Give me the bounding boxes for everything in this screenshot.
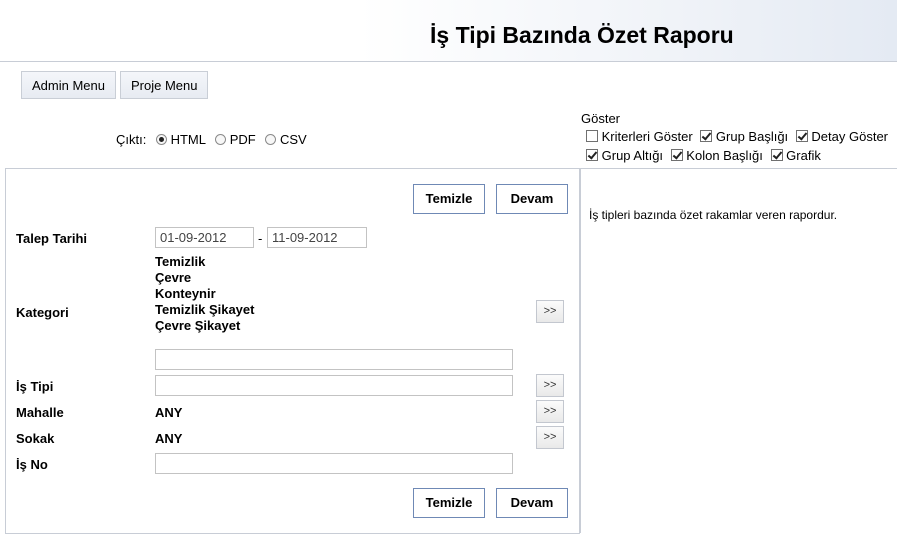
- is-tipi-picker-button[interactable]: >>: [536, 374, 564, 397]
- kategori-item: Çevre Şikayet: [155, 318, 241, 333]
- mahalle-label: Mahalle: [16, 405, 64, 420]
- checkbox-grup-altigi[interactable]: [586, 149, 598, 161]
- admin-menu-button[interactable]: Admin Menu: [21, 71, 116, 99]
- show-kriterleri[interactable]: Kriterleri Göster: [586, 129, 693, 144]
- output-option-csv[interactable]: CSV: [265, 132, 307, 147]
- continue-button-top[interactable]: Devam: [496, 184, 568, 214]
- radio-html[interactable]: [155, 134, 167, 145]
- show-detay-goster[interactable]: Detay Göster: [795, 129, 889, 144]
- checkbox-label: Grup Altığı: [601, 148, 664, 163]
- kategori-item: Konteynir: [155, 286, 216, 301]
- date-separator: -: [258, 231, 263, 246]
- show-grup-basligi[interactable]: Grup Başlığı: [700, 129, 788, 144]
- output-option-pdf[interactable]: PDF: [215, 132, 259, 147]
- proje-menu-button[interactable]: Proje Menu: [120, 71, 209, 99]
- show-grafik[interactable]: Grafik: [770, 148, 821, 163]
- is-tipi-input[interactable]: [155, 375, 513, 396]
- show-options-row-1: Kriterleri Göster Grup Başlığı Detay Gös…: [586, 129, 888, 144]
- mahalle-value: ANY: [155, 405, 183, 420]
- output-option-label: HTML: [170, 132, 206, 147]
- output-option-label: PDF: [229, 132, 256, 147]
- clear-button-bottom[interactable]: Temizle: [413, 488, 485, 518]
- talep-tarihi-from-input[interactable]: 01-09-2012: [155, 227, 254, 248]
- continue-button-bottom[interactable]: Devam: [496, 488, 568, 518]
- checkbox-kolon-basligi[interactable]: [670, 149, 683, 161]
- is-no-input[interactable]: [155, 453, 513, 474]
- checkbox-detay-goster[interactable]: [795, 130, 808, 142]
- sokak-value: ANY: [155, 431, 183, 446]
- output-format-group: Çıktı: HTML PDF CSV: [116, 132, 307, 147]
- page-title: İş Tipi Bazında Özet Raporu: [430, 22, 734, 48]
- is-tipi-label: İş Tipi: [16, 379, 54, 394]
- kategori-list: Temizlik Çevre Konteynir Temizlik Şikaye…: [155, 254, 254, 334]
- mahalle-picker-button[interactable]: >>: [536, 400, 564, 423]
- talep-tarihi-to-input[interactable]: 11-09-2012: [267, 227, 367, 248]
- checkbox-label: Grup Başlığı: [715, 129, 789, 144]
- is-no-label: İş No: [16, 457, 48, 472]
- checkbox-grafik[interactable]: [770, 149, 783, 161]
- kategori-item: Temizlik: [155, 254, 206, 269]
- kategori-item: Temizlik Şikayet: [155, 302, 255, 317]
- clear-button-top[interactable]: Temizle: [413, 184, 485, 214]
- checkbox-label: Grafik: [786, 148, 821, 163]
- checkbox-label: Kolon Başlığı: [686, 148, 763, 163]
- report-description: İş tipleri bazında özet rakamlar veren r…: [589, 208, 838, 222]
- kategori-input[interactable]: [155, 349, 513, 370]
- sokak-label: Sokak: [16, 431, 55, 446]
- show-label: Göster: [581, 111, 621, 126]
- checkbox-label: Kriterleri Göster: [601, 129, 693, 144]
- show-grup-altigi[interactable]: Grup Altığı: [586, 148, 663, 163]
- show-options-row-2: Grup Altığı Kolon Başlığı Grafik: [586, 148, 821, 163]
- report-info-panel: [580, 168, 897, 533]
- checkbox-grup-basligi[interactable]: [700, 130, 713, 142]
- kategori-picker-button[interactable]: >>: [536, 300, 564, 323]
- kategori-item: Çevre: [155, 270, 192, 285]
- radio-pdf[interactable]: [215, 134, 227, 145]
- radio-csv[interactable]: [265, 134, 277, 145]
- talep-tarihi-label: Talep Tarihi: [16, 231, 88, 246]
- sokak-picker-button[interactable]: >>: [536, 426, 564, 449]
- output-label: Çıktı:: [116, 132, 147, 147]
- checkbox-kriterleri-goster[interactable]: [586, 130, 598, 142]
- show-kolon-basligi[interactable]: Kolon Başlığı: [670, 148, 763, 163]
- kategori-label: Kategori: [16, 305, 69, 320]
- checkbox-label: Detay Göster: [811, 129, 889, 144]
- output-option-html[interactable]: HTML: [155, 132, 209, 147]
- output-option-label: CSV: [280, 132, 307, 147]
